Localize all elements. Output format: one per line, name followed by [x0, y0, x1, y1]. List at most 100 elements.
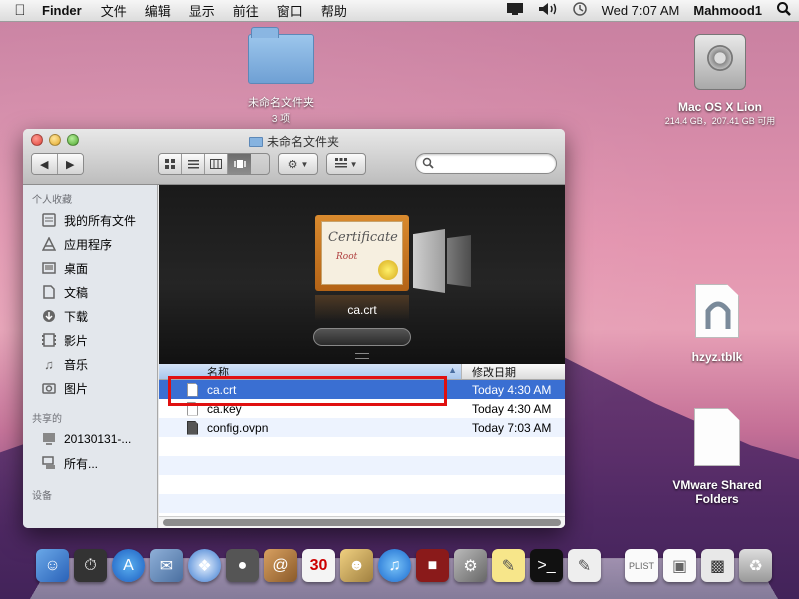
finder-icon[interactable]: ☺	[36, 549, 69, 582]
menu-view[interactable]: 显示	[180, 1, 224, 20]
sidebar-item-documents[interactable]: 文稿	[23, 280, 157, 304]
certificate-preview-icon[interactable]: Certificate Root	[315, 215, 409, 291]
selection-highlight-box	[168, 376, 447, 406]
empty-row	[159, 494, 565, 513]
empty-row	[159, 475, 565, 494]
column-view-button[interactable]	[205, 154, 228, 174]
desktop-vmware-folder[interactable]: VMware Shared Folders	[664, 408, 770, 506]
sort-ascending-icon: ▲	[448, 365, 457, 375]
dock: ☺ ⏱ A ✉ ❖ ● @ 30 ☻ ♫ ■ ⚙ ✎ >_ ✎ PLIST ▣ …	[36, 549, 772, 582]
sidebar-item-shared-all[interactable]: 所有...	[23, 451, 157, 475]
desktop-icon	[40, 260, 58, 276]
sidebar-item-movies[interactable]: 影片	[23, 328, 157, 352]
documents-icon	[40, 284, 58, 300]
desktop-folder[interactable]: 未命名文件夹 3 项	[236, 27, 326, 125]
facetime-icon[interactable]: ●	[226, 549, 259, 582]
forward-button[interactable]: ▶	[57, 154, 83, 174]
mail-icon[interactable]: ✉	[150, 549, 183, 582]
menu-file[interactable]: 文件	[92, 1, 136, 20]
sidebar-item-label: 影片	[64, 333, 89, 348]
sidebar-item-applications[interactable]: 应用程序	[23, 232, 157, 256]
coverflow-view-button[interactable]	[228, 154, 251, 174]
sidebar-header-shared: 共享的	[32, 414, 62, 425]
sidebar-item-label: 桌面	[64, 261, 89, 276]
desktop-tblk-name: hzyz.tblk	[691, 350, 743, 364]
downloads-stack-icon[interactable]: ▩	[701, 549, 734, 582]
horizontal-scrollbar[interactable]	[159, 516, 565, 528]
downloads-icon	[40, 308, 58, 324]
address-book-icon[interactable]: @	[264, 549, 297, 582]
ical-icon[interactable]: 30	[302, 549, 335, 582]
arrange-menu-button[interactable]: ▼	[326, 153, 366, 175]
time-machine-icon[interactable]	[572, 1, 588, 20]
music-icon: ♫	[44, 356, 54, 372]
sidebar-item-label: 音乐	[64, 357, 89, 372]
sidebar-item-shared-computer[interactable]: 20130131-...	[23, 427, 157, 451]
photo-booth-curtain-icon[interactable]: ■	[416, 549, 449, 582]
vmware-shared-icon	[694, 408, 740, 466]
icon-view-button[interactable]	[159, 154, 182, 174]
network-icon	[40, 455, 58, 471]
menu-edit[interactable]: 编辑	[136, 1, 180, 20]
window-title: 未命名文件夹	[23, 133, 565, 150]
desktop-tblk-file[interactable]: hzyz.tblk	[672, 284, 762, 364]
menu-window[interactable]: 窗口	[268, 1, 312, 20]
table-row[interactable]: config.ovpn Today 7:03 AM	[159, 418, 565, 437]
coverflow-scrollbar[interactable]	[313, 328, 411, 346]
sidebar-item-all-files[interactable]: 我的所有文件	[23, 208, 157, 232]
textedit-icon[interactable]: ✎	[568, 549, 601, 582]
plist-document-icon[interactable]: PLIST	[625, 549, 658, 582]
sidebar-header-favorites: 个人收藏	[32, 195, 72, 206]
desktop-drive[interactable]: Mac OS X Lion 214.4 GB，207.41 GB 可用	[650, 34, 790, 127]
column-header-date[interactable]: 修改日期	[462, 364, 516, 379]
cert-seal-icon	[378, 260, 398, 280]
gear-icon: ⚙	[287, 158, 298, 171]
coverflow-document-icon[interactable]	[413, 229, 445, 293]
menu-help[interactable]: 帮助	[312, 1, 356, 20]
volume-icon[interactable]	[538, 2, 558, 19]
sidebar-item-downloads[interactable]: 下载	[23, 304, 157, 328]
itunes-icon[interactable]: ♫	[378, 549, 411, 582]
trash-icon[interactable]: ♻	[739, 549, 772, 582]
list-view-button[interactable]	[182, 154, 205, 174]
terminal-icon[interactable]: >_	[530, 549, 563, 582]
coverflow-document-icon[interactable]	[447, 235, 471, 287]
search-field[interactable]	[415, 153, 557, 174]
sidebar-item-desktop[interactable]: 桌面	[23, 256, 157, 280]
coverflow-pane[interactable]: Certificate Root ca.crt	[159, 185, 565, 364]
window-titlebar[interactable]: 未命名文件夹 ◀ ▶ ⚙ ▼ ▼	[23, 129, 565, 185]
user-name[interactable]: Mahmood1	[693, 3, 762, 18]
display-icon[interactable]	[506, 2, 524, 19]
pictures-icon	[40, 380, 58, 396]
movies-icon	[40, 332, 58, 348]
photo-booth-icon[interactable]: ☻	[340, 549, 373, 582]
menu-go[interactable]: 前往	[224, 1, 268, 20]
document-stack-icon[interactable]: ▣	[663, 549, 696, 582]
file-date: Today 7:03 AM	[472, 420, 552, 435]
app-store-icon[interactable]: A	[112, 549, 145, 582]
menu-app-name[interactable]: Finder	[40, 3, 92, 18]
sidebar-item-label: 下载	[64, 309, 89, 324]
desktop-folder-name: 未命名文件夹	[248, 97, 314, 109]
action-menu-button[interactable]: ⚙ ▼	[278, 153, 318, 175]
resize-grip-icon[interactable]	[355, 353, 369, 359]
spotlight-icon[interactable]	[776, 1, 792, 20]
sidebar: 个人收藏 我的所有文件 应用程序 桌面 文稿 下载 影片 ♫ 音乐 图片 共享的…	[23, 185, 158, 528]
stickies-icon[interactable]: ✎	[492, 549, 525, 582]
safari-icon[interactable]: ❖	[188, 549, 221, 582]
apple-menu-icon[interactable]: 	[0, 2, 40, 19]
arrange-grid-icon	[334, 157, 347, 171]
back-forward-control: ◀ ▶	[31, 153, 84, 175]
system-preferences-icon[interactable]: ⚙	[454, 549, 487, 582]
scrollbar-thumb[interactable]	[163, 519, 561, 526]
sidebar-item-pictures[interactable]: 图片	[23, 376, 157, 400]
window-title-text: 未命名文件夹	[266, 135, 339, 149]
cert-subtitle-text: Root	[336, 252, 358, 262]
back-button[interactable]: ◀	[32, 154, 58, 174]
coverflow-selected-label: ca.crt	[347, 303, 377, 317]
title-folder-icon	[248, 137, 263, 147]
dashboard-icon[interactable]: ⏱	[74, 549, 107, 582]
clock-text[interactable]: Wed 7:07 AM	[602, 3, 680, 18]
desktop-drive-info: 214.4 GB，207.41 GB 可用	[664, 116, 776, 126]
sidebar-item-music[interactable]: ♫ 音乐	[23, 352, 157, 376]
